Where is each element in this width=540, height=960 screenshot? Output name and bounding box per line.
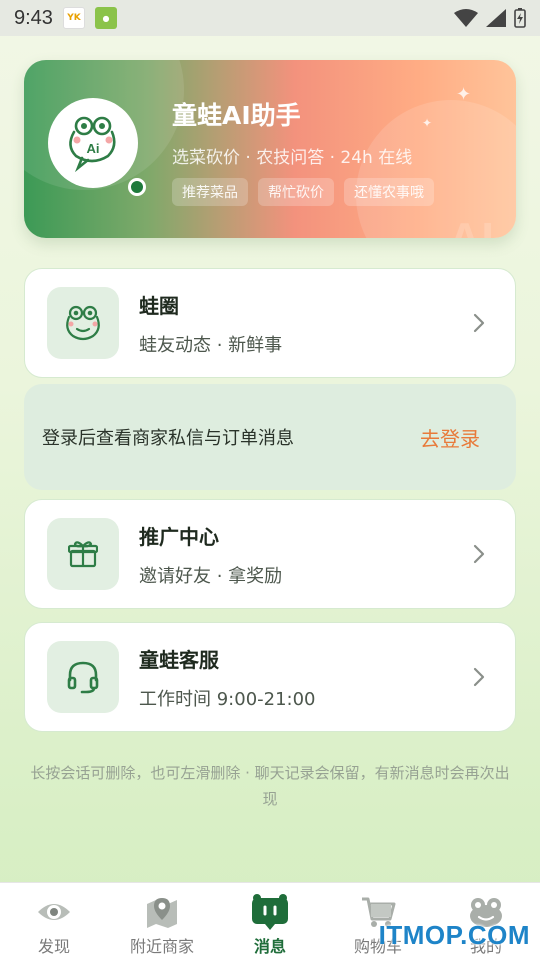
headset-icon <box>47 641 119 713</box>
hero-tag[interactable]: 帮忙砍价 <box>258 178 334 206</box>
status-bar: 9:43 YK ● <box>0 0 540 36</box>
hero-subtitle: 选菜砍价 · 农技问答 · 24h 在线 <box>172 148 413 168</box>
login-button[interactable]: 去登录 <box>420 423 480 452</box>
signal-icon <box>486 9 506 27</box>
nav-item-discover[interactable]: 发现 <box>0 883 108 960</box>
login-prompt-text: 登录后查看商家私信与订单消息 <box>42 428 294 449</box>
delete-hint-text: 长按会话可删除，也可左滑删除 · 聊天记录会保留，有新消息时会再次出现 <box>30 764 510 808</box>
shop-app-icon: ● <box>94 7 117 29</box>
customer-service-title: 童蛙客服 <box>139 647 219 672</box>
frog-circle-subtitle: 蛙友动态 · 新鲜事 <box>139 334 283 356</box>
site-watermark: ITMOP.COM <box>378 920 530 950</box>
hero-tag[interactable]: 还懂农事哦 <box>344 178 434 206</box>
wifi-icon <box>454 9 478 27</box>
svg-text:Ai: Ai <box>87 141 100 156</box>
promotion-center-card[interactable]: 推广中心 邀请好友 · 拿奖励 <box>24 499 516 609</box>
nav-item-messages[interactable]: 消息 <box>216 883 324 960</box>
yk-app-icon: YK <box>62 7 85 29</box>
customer-service-card[interactable]: 童蛙客服 工作时间 9:00-21:00 <box>24 622 516 732</box>
promotion-subtitle: 邀请好友 · 拿奖励 <box>139 565 283 587</box>
online-status-dot <box>128 178 146 196</box>
map-pin-icon <box>143 893 181 931</box>
ai-assistant-card[interactable]: ✦ ✦ AI Ai 童蛙AI助手 选菜砍价 · 农技问答 · 24h 在线 推荐… <box>24 60 516 238</box>
battery-icon <box>514 8 526 28</box>
hero-tag[interactable]: 推荐菜品 <box>172 178 248 206</box>
sparkle-icon: ✦ <box>456 84 472 105</box>
chat-icon <box>251 893 289 931</box>
customer-service-hours: 工作时间 9:00-21:00 <box>139 688 316 710</box>
login-banner: 登录后查看商家私信与订单消息 去登录 <box>24 384 516 490</box>
hero-ai-watermark: AI <box>448 212 494 238</box>
chevron-right-icon <box>473 313 485 333</box>
hero-title: 童蛙AI助手 <box>172 101 301 130</box>
nav-item-nearby[interactable]: 附近商家 <box>108 883 216 960</box>
nav-label-nearby: 附近商家 <box>129 937 194 956</box>
gift-icon <box>47 518 119 590</box>
chevron-right-icon <box>473 544 485 564</box>
frog-circle-card[interactable]: 蛙圈 蛙友动态 · 新鲜事 <box>24 268 516 378</box>
status-time: 9:43 <box>14 6 53 29</box>
promotion-title: 推广中心 <box>139 524 219 549</box>
eye-icon <box>35 893 73 931</box>
nav-label-discover: 发现 <box>37 937 70 956</box>
frog-icon <box>47 287 119 359</box>
nav-label-messages: 消息 <box>253 937 286 956</box>
frog-circle-title: 蛙圈 <box>139 293 179 318</box>
hero-tags: 推荐菜品 帮忙砍价 还懂农事哦 <box>172 178 434 206</box>
sparkle-icon: ✦ <box>422 116 433 130</box>
frog-ai-icon: Ai <box>48 98 138 188</box>
chevron-right-icon <box>473 667 485 687</box>
